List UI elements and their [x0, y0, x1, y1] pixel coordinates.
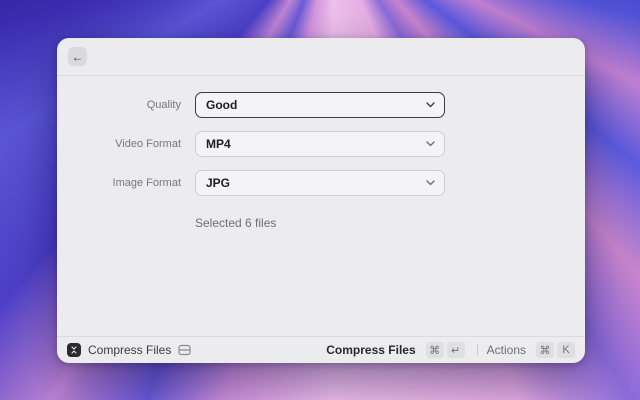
image-format-label: Image Format	[57, 177, 181, 189]
return-keycap[interactable]: ↵	[447, 342, 465, 358]
cmd-keycap[interactable]: ⌘	[536, 342, 554, 358]
form-row-video-format: Video Format MP4	[57, 131, 585, 157]
quality-value: Good	[206, 98, 237, 112]
footer-divider	[477, 344, 478, 356]
quality-label: Quality	[57, 99, 181, 111]
chevron-down-icon	[426, 141, 435, 147]
footer-actions: Compress Files ⌘ ↵ Actions ⌘ K	[326, 342, 575, 358]
image-format-dropdown[interactable]: JPG	[195, 170, 445, 196]
form-row-quality: Quality Good	[57, 92, 585, 118]
compress-files-window: ← Quality Good Video Format MP4 Image Fo	[57, 38, 585, 363]
primary-action-label[interactable]: Compress Files	[326, 343, 415, 357]
form-area: Quality Good Video Format MP4 Image Form…	[57, 76, 585, 336]
video-format-dropdown[interactable]: MP4	[195, 131, 445, 157]
quality-dropdown[interactable]: Good	[195, 92, 445, 118]
window-header: ←	[57, 38, 585, 76]
back-arrow-icon: ←	[72, 51, 84, 63]
back-button[interactable]: ←	[68, 47, 87, 66]
image-format-value: JPG	[206, 176, 230, 190]
video-format-label: Video Format	[57, 138, 181, 150]
compress-app-icon	[67, 343, 81, 357]
chevron-down-icon	[426, 180, 435, 186]
cmd-keycap[interactable]: ⌘	[426, 342, 444, 358]
chevron-down-icon	[426, 102, 435, 108]
footer-app-identity: Compress Files	[67, 343, 191, 357]
selected-files-status: Selected 6 files	[195, 216, 585, 230]
k-keycap[interactable]: K	[557, 342, 575, 358]
video-format-value: MP4	[206, 137, 231, 151]
form-row-image-format: Image Format JPG	[57, 170, 585, 196]
drive-icon	[178, 344, 191, 356]
window-footer: Compress Files Compress Files ⌘ ↵ Action…	[57, 336, 585, 363]
footer-app-name: Compress Files	[88, 343, 171, 357]
actions-menu-label[interactable]: Actions	[487, 343, 526, 357]
